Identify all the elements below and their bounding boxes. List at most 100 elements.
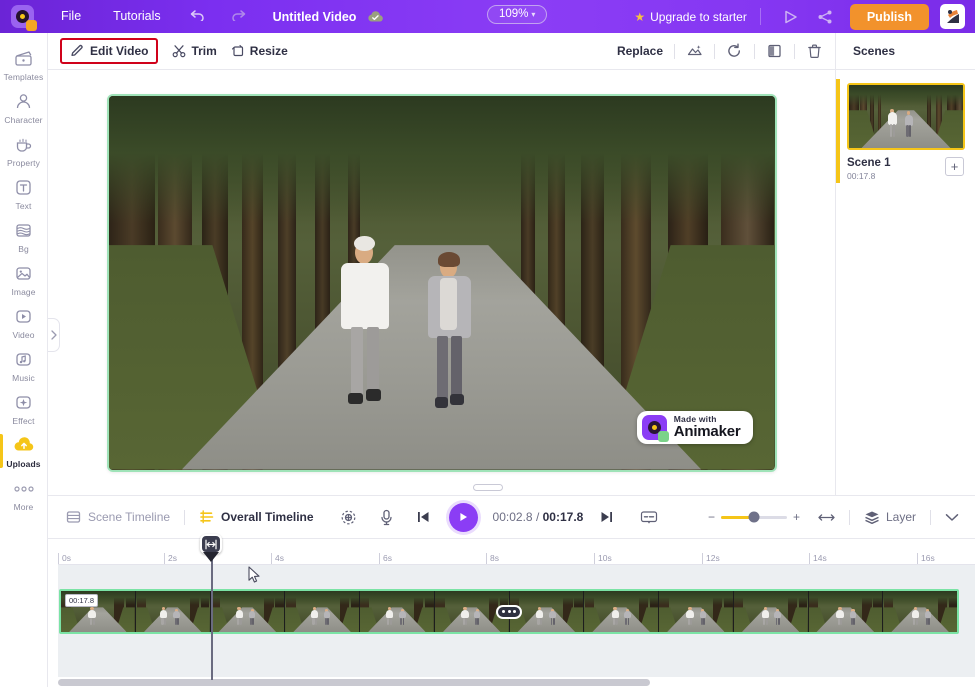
layer-button[interactable]: Layer bbox=[864, 510, 916, 525]
sidebar-item-image[interactable]: Image bbox=[0, 258, 48, 301]
sidebar-item-label: Bg bbox=[18, 244, 29, 254]
divider bbox=[674, 43, 675, 59]
redo-icon[interactable] bbox=[218, 0, 259, 33]
upgrade-label: Upgrade to starter bbox=[650, 9, 747, 24]
preview-play-icon[interactable] bbox=[783, 9, 799, 25]
rotate-icon[interactable] bbox=[726, 43, 743, 59]
clip-frame bbox=[733, 591, 809, 632]
zoom-slider-track[interactable] bbox=[720, 511, 787, 523]
sidebar-item-music[interactable]: Music bbox=[0, 344, 48, 387]
clip-frame bbox=[584, 591, 659, 632]
clip-frame bbox=[883, 591, 957, 632]
document-title[interactable]: Untitled Video bbox=[273, 10, 357, 24]
scene-card-1[interactable]: Scene 1 00:17.8 + bbox=[836, 79, 965, 183]
clip-frame bbox=[135, 591, 211, 632]
zoom-in-button[interactable]: + bbox=[793, 510, 800, 524]
flip-icon[interactable] bbox=[766, 43, 783, 59]
sidebar-item-label: Uploads bbox=[6, 459, 41, 469]
skip-previous-icon[interactable] bbox=[416, 510, 431, 524]
pencil-icon bbox=[70, 44, 84, 58]
background-icon bbox=[14, 220, 33, 241]
replace-button[interactable]: Replace bbox=[617, 44, 663, 58]
menu-file[interactable]: File bbox=[45, 0, 97, 33]
app-logo[interactable] bbox=[0, 5, 45, 31]
playhead-handle[interactable] bbox=[200, 534, 222, 562]
zoom-level-selector[interactable]: 109% ▾ bbox=[487, 5, 548, 24]
chevron-right-icon bbox=[50, 330, 57, 340]
text-icon bbox=[14, 177, 33, 198]
adjust-magic-icon[interactable] bbox=[686, 43, 703, 59]
resize-button[interactable]: Resize bbox=[231, 44, 288, 58]
video-canvas[interactable]: Made with Animaker bbox=[106, 93, 777, 472]
sidebar-item-uploads[interactable]: Uploads bbox=[0, 430, 48, 473]
ruler-tick: 16s bbox=[917, 553, 935, 564]
scene-thumbnail[interactable] bbox=[847, 83, 965, 150]
music-icon bbox=[14, 349, 33, 370]
sidebar-item-text[interactable]: Text bbox=[0, 172, 48, 215]
panel-resize-handle[interactable] bbox=[472, 484, 503, 491]
undo-icon[interactable] bbox=[177, 0, 218, 33]
sidebar-item-property[interactable]: Property bbox=[0, 129, 48, 172]
ruler-tick: 6s bbox=[379, 553, 392, 564]
clip-duration-badge: 00:17.8 bbox=[65, 594, 99, 607]
animaker-watermark-logo-icon bbox=[641, 414, 669, 442]
skip-next-icon[interactable] bbox=[599, 510, 614, 524]
watermark-brand: Animaker bbox=[673, 423, 741, 441]
ruler-tick: 0s bbox=[58, 553, 71, 564]
tab-overall-timeline[interactable]: Overall Timeline bbox=[199, 510, 314, 524]
publish-button[interactable]: Publish bbox=[849, 3, 929, 30]
sidebar-item-character[interactable]: Character bbox=[0, 86, 48, 129]
fit-width-icon[interactable] bbox=[818, 511, 835, 524]
sidebar-item-label: Text bbox=[15, 201, 32, 211]
trim-button[interactable]: Trim bbox=[172, 44, 217, 58]
timeline-horizontal-scrollbar[interactable] bbox=[58, 679, 650, 686]
sidebar-item-templates[interactable]: Templates bbox=[0, 43, 48, 86]
animaker-logo-icon bbox=[11, 5, 37, 31]
add-scene-button[interactable]: + bbox=[945, 157, 964, 176]
star-icon: ★ bbox=[634, 9, 646, 24]
subtitle-icon[interactable] bbox=[640, 510, 658, 525]
sidebar-item-label: Character bbox=[4, 115, 43, 125]
property-icon bbox=[14, 134, 33, 155]
sidebar-item-effect[interactable]: Effect bbox=[0, 387, 48, 430]
share-icon[interactable] bbox=[817, 9, 833, 25]
menu-tutorials[interactable]: Tutorials bbox=[97, 0, 176, 33]
person-left bbox=[335, 236, 395, 406]
divider bbox=[930, 509, 931, 525]
templates-icon bbox=[14, 48, 33, 69]
uploads-cloud-icon bbox=[13, 435, 35, 456]
divider bbox=[714, 43, 715, 59]
zoom-out-button[interactable]: − bbox=[708, 510, 715, 524]
current-time: 00:02.8 bbox=[492, 510, 533, 524]
microphone-icon[interactable] bbox=[379, 509, 394, 526]
play-button[interactable] bbox=[448, 502, 478, 532]
avatar[interactable] bbox=[940, 4, 965, 29]
clip-drag-grip-icon[interactable] bbox=[496, 604, 522, 619]
watermark-made-with: Made with bbox=[673, 413, 717, 424]
sidebar-item-video[interactable]: Video bbox=[0, 301, 48, 344]
watermark-badge: Made with Animaker bbox=[636, 410, 753, 444]
clip-frame bbox=[659, 591, 734, 632]
zoom-slider-knob[interactable] bbox=[748, 511, 760, 523]
resize-label: Resize bbox=[249, 44, 288, 58]
focus-target-icon[interactable] bbox=[340, 509, 357, 526]
sidebar-item-bg[interactable]: Bg bbox=[0, 215, 48, 258]
upgrade-button[interactable]: ★ Upgrade to starter bbox=[634, 10, 746, 24]
trash-icon[interactable] bbox=[806, 43, 823, 59]
edit-video-button[interactable]: Edit Video bbox=[60, 38, 159, 64]
timeline-track-band[interactable]: 00:17.8 bbox=[58, 565, 975, 680]
clip-frame bbox=[360, 591, 435, 632]
timeline-zoom-slider[interactable]: − + bbox=[708, 510, 800, 524]
sidebar-collapse-handle[interactable] bbox=[48, 318, 60, 352]
animaker-video-editor: File Tutorials Untitled Video 109% ▾ ★ Up… bbox=[0, 0, 975, 687]
sidebar-item-more[interactable]: More bbox=[0, 473, 48, 516]
chevron-down-icon: ▾ bbox=[531, 10, 536, 19]
play-icon bbox=[460, 513, 468, 521]
timeline-area: 0s 2s 4s 6s 8s 10s 12s 14s 16s 00:17.8 bbox=[48, 539, 975, 687]
crop-icon bbox=[231, 44, 245, 58]
video-clip[interactable]: 00:17.8 bbox=[59, 589, 959, 634]
chevron-down-icon[interactable] bbox=[945, 513, 959, 522]
overall-timeline-label: Overall Timeline bbox=[221, 510, 314, 524]
mouse-cursor-icon bbox=[248, 566, 261, 589]
tab-scene-timeline[interactable]: Scene Timeline bbox=[66, 510, 170, 524]
